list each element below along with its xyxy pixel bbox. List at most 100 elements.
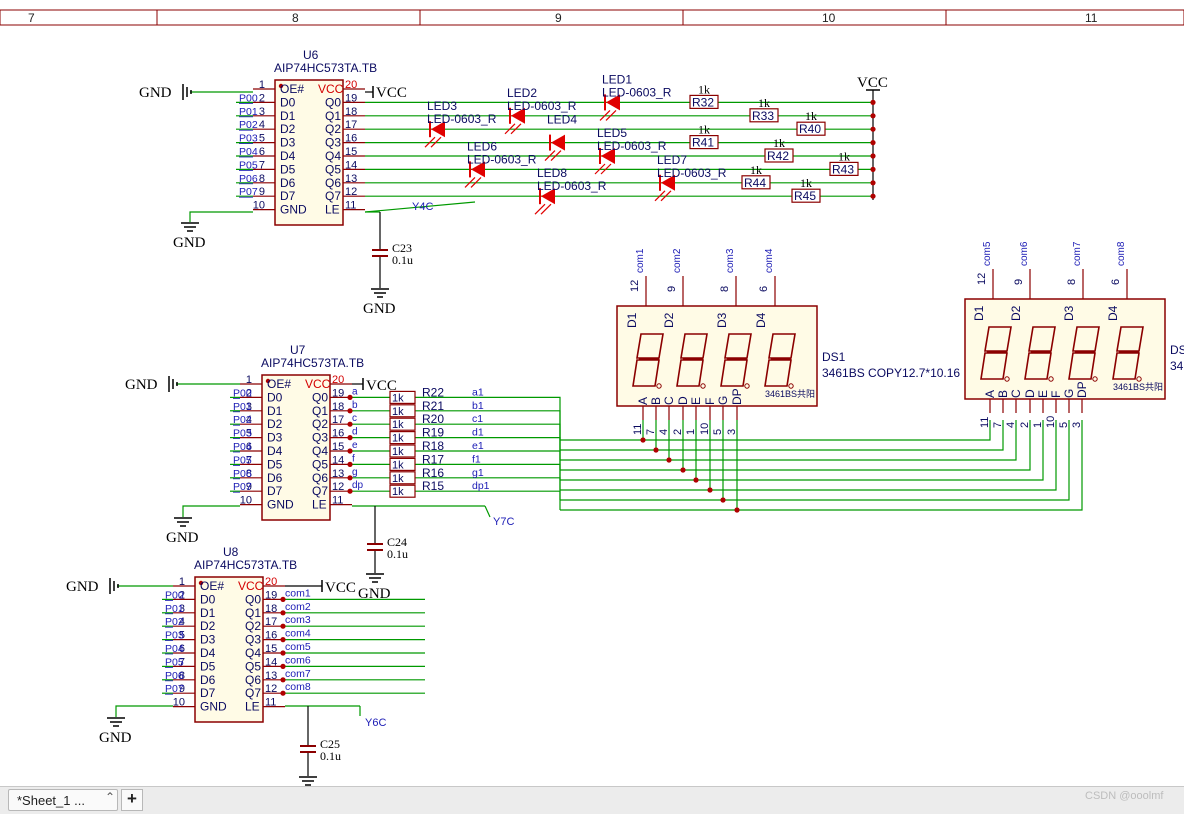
pin-number: 12	[976, 273, 988, 285]
pin-number: 10	[240, 495, 252, 507]
port-label: P00	[165, 589, 184, 601]
pin-number: 2	[1019, 422, 1031, 428]
pin-number: 16	[332, 428, 344, 440]
pin-name: VCC	[318, 82, 344, 96]
pin-number: 2	[259, 92, 265, 104]
led-ref: LED2	[507, 86, 537, 100]
net-label: com3	[285, 614, 311, 626]
pin-name: Q0	[245, 592, 261, 606]
digit-label: D4	[754, 312, 768, 328]
ruler-col-label: 8	[292, 11, 299, 25]
pin-name: Q5	[245, 659, 261, 673]
pin-number: 18	[265, 603, 277, 615]
pin-number: 5	[259, 133, 265, 145]
pin-name: Q3	[245, 633, 261, 647]
pin-number: 7	[259, 159, 265, 171]
junction-dot	[870, 99, 876, 105]
junction-dot	[734, 507, 740, 513]
resistor-value: 1k	[392, 392, 404, 404]
resistor-value: 1k	[392, 446, 404, 458]
pin-name: D7	[280, 189, 296, 203]
pin-number: 7	[992, 422, 1004, 428]
seg-name: C	[662, 396, 676, 405]
wire	[189, 211, 253, 222]
pin-number: 12	[345, 186, 357, 198]
led-ref: LED7	[657, 153, 687, 167]
pin-number: 4	[259, 119, 265, 131]
seg-wire	[415, 490, 561, 510]
seg-name: DP	[1075, 381, 1089, 398]
pin-name: D4	[200, 646, 216, 660]
add-sheet-button[interactable]: +	[121, 789, 143, 811]
com-net: com3	[725, 248, 736, 273]
chevron-up-icon[interactable]: ⌃	[105, 790, 115, 804]
led-part: LED-0603_R	[657, 166, 727, 180]
pin-number: 9	[259, 186, 265, 198]
port-label: P05	[239, 159, 258, 171]
capacitor-value: 0.1u	[387, 547, 408, 561]
tab-sheet-1[interactable]: *Sheet_1 ... ⌃	[8, 789, 118, 811]
pin-number: 1	[246, 374, 252, 386]
resistor-ref: R33	[752, 109, 774, 123]
pin-number: 10	[253, 200, 265, 212]
digit-label: D1	[972, 305, 986, 321]
port-label: P01	[239, 106, 258, 118]
pin-number: 13	[332, 468, 344, 480]
junction-dot	[870, 140, 876, 146]
com-net: com1	[635, 248, 646, 273]
junction-dot	[870, 166, 876, 172]
display-part: 3461BS COPY12.7*10.16	[822, 366, 960, 380]
display-designator: DS1	[822, 350, 846, 364]
pin-name: Q5	[312, 457, 328, 471]
led-part: LED-0603_R	[467, 152, 537, 166]
pin-name: VCC	[238, 579, 264, 593]
display-inner-label: 3461BS共阳	[1113, 382, 1163, 392]
net-label: d1	[472, 427, 484, 439]
port-label: P06	[233, 468, 252, 480]
resistor-ref: R42	[767, 149, 789, 163]
gnd-label: GND	[99, 730, 132, 746]
pin-number: 1	[259, 79, 265, 91]
gnd-label: GND	[125, 377, 158, 393]
port-label: P05	[233, 454, 252, 466]
ic-designator: U6	[303, 48, 319, 62]
pin-number: 4	[658, 429, 670, 435]
led-part: LED-0603_R	[602, 85, 672, 99]
pin-name: Q1	[325, 109, 341, 123]
pin-name: Q2	[325, 122, 341, 136]
pin-number: 1	[179, 576, 185, 588]
pin-number: 17	[345, 119, 357, 131]
pin-name: Q1	[312, 404, 328, 418]
resistor-value: 1k	[392, 419, 404, 431]
display-inner-label: 3461BS共阳	[765, 389, 815, 399]
pin-name: Q4	[245, 646, 261, 660]
ic-part: AIP74HC573TA.TB	[261, 356, 364, 370]
resistor-value: 1k	[392, 473, 404, 485]
pin-number: 3	[726, 429, 738, 435]
pin-number: 19	[332, 387, 344, 399]
pin-name: D6	[280, 176, 296, 190]
digit-label: D2	[662, 312, 676, 328]
seg-name: F	[703, 398, 717, 405]
pin-number: 12	[629, 280, 641, 292]
gnd-label: GND	[139, 85, 172, 101]
resistor-value: 1k	[800, 176, 812, 190]
vcc-label: VCC	[857, 75, 888, 91]
pin-number: 10	[173, 697, 185, 709]
pin-number: 1	[685, 429, 697, 435]
pin-number: 19	[265, 589, 277, 601]
pin-number: 8	[1066, 279, 1078, 285]
led-ref: LED6	[467, 139, 497, 153]
pin-name: D3	[267, 431, 283, 445]
pin-number: 3	[1071, 422, 1083, 428]
pin-name: D2	[200, 619, 216, 633]
junction-dot	[870, 193, 876, 199]
port-label: P04	[233, 441, 252, 453]
capacitor-value: 0.1u	[392, 253, 413, 267]
sheet-tab-bar: *Sheet_1 ... ⌃ +	[0, 786, 1184, 814]
pin-number: 5	[1058, 422, 1070, 428]
schematic-canvas[interactable]: 7 8 9 10 11 U6AIP74HC573TA.TBOE# VCC1 20D0 Q02 1…	[0, 0, 1184, 786]
port-label: P02	[165, 616, 184, 628]
ruler-band	[0, 9, 1184, 26]
pin-number: 18	[345, 106, 357, 118]
